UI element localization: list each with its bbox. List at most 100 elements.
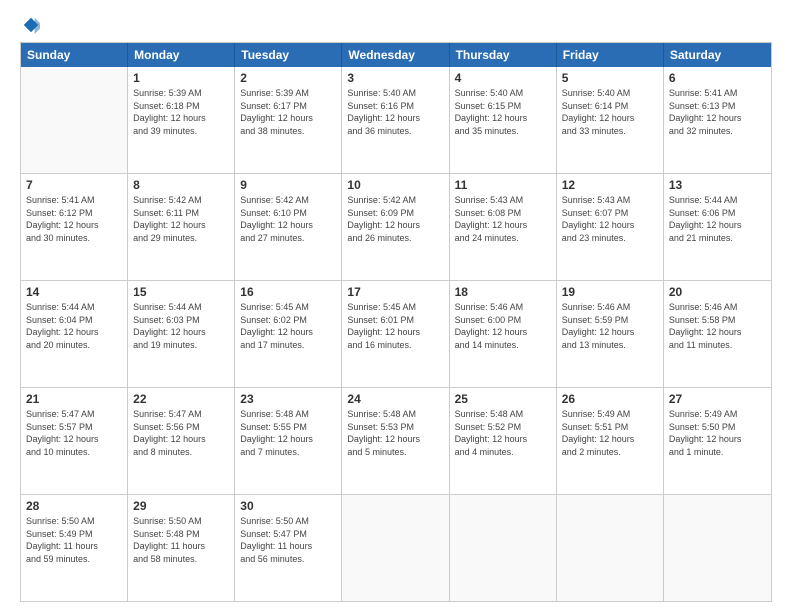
day-number: 29 [133,499,229,513]
day-number: 13 [669,178,766,192]
cal-cell: 18 Sunrise: 5:46 AM Sunset: 6:00 PM Dayli… [450,281,557,387]
cal-cell [664,495,771,601]
day-number: 6 [669,71,766,85]
cal-row-2: 14Sunrise: 5:44 AM Sunset: 6:04 PM Dayli… [21,281,771,388]
cal-cell: 24 Sunrise: 5:48 AM Sunset: 5:53 PM Dayli… [342,388,449,494]
cal-cell: 17Sunrise: 5:45 AM Sunset: 6:01 PM Dayli… [342,281,449,387]
cal-cell: 30 Sunrise: 5:50 AM Sunset: 5:47 PM Dayli… [235,495,342,601]
cal-cell: 10 Sunrise: 5:42 AM Sunset: 6:09 PM Dayli… [342,174,449,280]
day-number: 1 [133,71,229,85]
header-day-sunday: Sunday [21,43,128,67]
day-number: 21 [26,392,122,406]
cal-cell [21,67,128,173]
day-info: Sunrise: 5:39 AM Sunset: 6:17 PM Dayligh… [240,87,336,137]
day-number: 10 [347,178,443,192]
cal-row-3: 21Sunrise: 5:47 AM Sunset: 5:57 PM Dayli… [21,388,771,495]
day-number: 28 [26,499,122,513]
day-number: 30 [240,499,336,513]
cal-row-1: 7 Sunrise: 5:41 AM Sunset: 6:12 PM Daylig… [21,174,771,281]
day-info: Sunrise: 5:49 AM Sunset: 5:51 PM Dayligh… [562,408,658,458]
cal-cell: 9 Sunrise: 5:42 AM Sunset: 6:10 PM Daylig… [235,174,342,280]
header-day-thursday: Thursday [450,43,557,67]
calendar-header: SundayMondayTuesdayWednesdayThursdayFrid… [21,43,771,67]
cal-cell: 23 Sunrise: 5:48 AM Sunset: 5:55 PM Dayli… [235,388,342,494]
cal-cell: 29 Sunrise: 5:50 AM Sunset: 5:48 PM Dayli… [128,495,235,601]
cal-cell: 4 Sunrise: 5:40 AM Sunset: 6:15 PM Daylig… [450,67,557,173]
cal-row-4: 28 Sunrise: 5:50 AM Sunset: 5:49 PM Dayli… [21,495,771,601]
logo [20,16,40,34]
day-info: Sunrise: 5:46 AM Sunset: 5:59 PM Dayligh… [562,301,658,351]
day-info: Sunrise: 5:43 AM Sunset: 6:07 PM Dayligh… [562,194,658,244]
day-info: Sunrise: 5:42 AM Sunset: 6:09 PM Dayligh… [347,194,443,244]
cal-cell: 1 Sunrise: 5:39 AM Sunset: 6:18 PM Daylig… [128,67,235,173]
day-number: 8 [133,178,229,192]
day-number: 16 [240,285,336,299]
day-number: 12 [562,178,658,192]
day-info: Sunrise: 5:41 AM Sunset: 6:12 PM Dayligh… [26,194,122,244]
calendar: SundayMondayTuesdayWednesdayThursdayFrid… [20,42,772,602]
day-info: Sunrise: 5:40 AM Sunset: 6:15 PM Dayligh… [455,87,551,137]
header [20,16,772,34]
day-info: Sunrise: 5:46 AM Sunset: 5:58 PM Dayligh… [669,301,766,351]
day-info: Sunrise: 5:42 AM Sunset: 6:11 PM Dayligh… [133,194,229,244]
cal-cell: 21Sunrise: 5:47 AM Sunset: 5:57 PM Dayli… [21,388,128,494]
day-number: 25 [455,392,551,406]
day-info: Sunrise: 5:42 AM Sunset: 6:10 PM Dayligh… [240,194,336,244]
day-info: Sunrise: 5:39 AM Sunset: 6:18 PM Dayligh… [133,87,229,137]
cal-row-0: 1 Sunrise: 5:39 AM Sunset: 6:18 PM Daylig… [21,67,771,174]
cal-cell: 16 Sunrise: 5:45 AM Sunset: 6:02 PM Dayli… [235,281,342,387]
cal-cell: 25Sunrise: 5:48 AM Sunset: 5:52 PM Dayli… [450,388,557,494]
cal-cell: 3 Sunrise: 5:40 AM Sunset: 6:16 PM Daylig… [342,67,449,173]
day-number: 2 [240,71,336,85]
day-number: 3 [347,71,443,85]
day-number: 15 [133,285,229,299]
day-info: Sunrise: 5:47 AM Sunset: 5:56 PM Dayligh… [133,408,229,458]
cal-cell: 11 Sunrise: 5:43 AM Sunset: 6:08 PM Dayli… [450,174,557,280]
page: SundayMondayTuesdayWednesdayThursdayFrid… [0,0,792,612]
day-info: Sunrise: 5:43 AM Sunset: 6:08 PM Dayligh… [455,194,551,244]
day-number: 20 [669,285,766,299]
day-number: 23 [240,392,336,406]
day-number: 19 [562,285,658,299]
cal-cell [450,495,557,601]
day-info: Sunrise: 5:50 AM Sunset: 5:49 PM Dayligh… [26,515,122,565]
header-day-wednesday: Wednesday [342,43,449,67]
day-number: 18 [455,285,551,299]
cal-cell: 22 Sunrise: 5:47 AM Sunset: 5:56 PM Dayli… [128,388,235,494]
day-number: 5 [562,71,658,85]
day-number: 11 [455,178,551,192]
calendar-body: 1 Sunrise: 5:39 AM Sunset: 6:18 PM Daylig… [21,67,771,601]
day-info: Sunrise: 5:46 AM Sunset: 6:00 PM Dayligh… [455,301,551,351]
cal-cell: 12 Sunrise: 5:43 AM Sunset: 6:07 PM Dayli… [557,174,664,280]
day-info: Sunrise: 5:48 AM Sunset: 5:53 PM Dayligh… [347,408,443,458]
day-info: Sunrise: 5:40 AM Sunset: 6:16 PM Dayligh… [347,87,443,137]
cal-cell: 28 Sunrise: 5:50 AM Sunset: 5:49 PM Dayli… [21,495,128,601]
cal-cell: 7 Sunrise: 5:41 AM Sunset: 6:12 PM Daylig… [21,174,128,280]
day-number: 22 [133,392,229,406]
header-day-monday: Monday [128,43,235,67]
day-number: 4 [455,71,551,85]
day-info: Sunrise: 5:49 AM Sunset: 5:50 PM Dayligh… [669,408,766,458]
cal-cell: 5 Sunrise: 5:40 AM Sunset: 6:14 PM Daylig… [557,67,664,173]
day-number: 17 [347,285,443,299]
day-info: Sunrise: 5:48 AM Sunset: 5:55 PM Dayligh… [240,408,336,458]
day-number: 14 [26,285,122,299]
logo-text [20,16,40,34]
cal-cell: 20 Sunrise: 5:46 AM Sunset: 5:58 PM Dayli… [664,281,771,387]
day-number: 27 [669,392,766,406]
day-info: Sunrise: 5:40 AM Sunset: 6:14 PM Dayligh… [562,87,658,137]
day-info: Sunrise: 5:44 AM Sunset: 6:03 PM Dayligh… [133,301,229,351]
day-info: Sunrise: 5:50 AM Sunset: 5:47 PM Dayligh… [240,515,336,565]
day-info: Sunrise: 5:50 AM Sunset: 5:48 PM Dayligh… [133,515,229,565]
day-info: Sunrise: 5:41 AM Sunset: 6:13 PM Dayligh… [669,87,766,137]
day-number: 7 [26,178,122,192]
cal-cell [557,495,664,601]
day-number: 24 [347,392,443,406]
cal-cell: 15 Sunrise: 5:44 AM Sunset: 6:03 PM Dayli… [128,281,235,387]
cal-cell: 8 Sunrise: 5:42 AM Sunset: 6:11 PM Daylig… [128,174,235,280]
day-number: 9 [240,178,336,192]
cal-cell: 6 Sunrise: 5:41 AM Sunset: 6:13 PM Daylig… [664,67,771,173]
cal-cell: 26Sunrise: 5:49 AM Sunset: 5:51 PM Dayli… [557,388,664,494]
cal-cell [342,495,449,601]
day-info: Sunrise: 5:45 AM Sunset: 6:02 PM Dayligh… [240,301,336,351]
